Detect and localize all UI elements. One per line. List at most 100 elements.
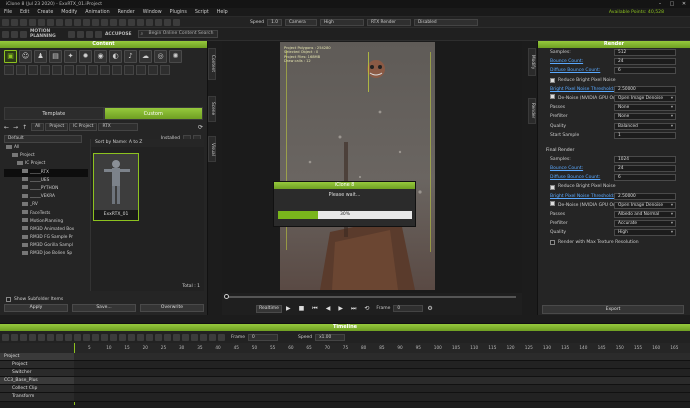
- media-icon[interactable]: ♪: [124, 49, 137, 63]
- tl-icon-6[interactable]: [47, 333, 54, 341]
- scale-icon[interactable]: [74, 18, 81, 26]
- final-prefilter-select[interactable]: Accurate: [614, 220, 676, 228]
- filter-select[interactable]: Default: [4, 134, 82, 143]
- tl-speed-select[interactable]: x1.00: [315, 333, 346, 341]
- render-state-select[interactable]: Disabled: [413, 18, 478, 26]
- sky-icon[interactable]: ☁: [139, 49, 152, 63]
- denoise-checkbox[interactable]: [550, 93, 555, 99]
- sidetab-modify[interactable]: Modify: [528, 48, 536, 76]
- tree-item[interactable]: RM3D Animated Box: [4, 226, 88, 234]
- tl-icon-11[interactable]: [92, 333, 99, 341]
- sub-icon-9[interactable]: [100, 65, 110, 75]
- tl-icon-24[interactable]: [209, 333, 216, 341]
- quality-select[interactable]: Balanced: [614, 122, 676, 130]
- realtime-select[interactable]: Realtime: [256, 304, 282, 313]
- tree-item-selected[interactable]: _____RTX: [4, 168, 88, 177]
- threshold-link[interactable]: Bright Pixel Noise Threshold:: [550, 87, 615, 92]
- sub-icon-2[interactable]: [16, 65, 26, 75]
- grid-icon[interactable]: [146, 18, 153, 26]
- content-thumbnail[interactable]: ExxRTX_01: [93, 153, 139, 221]
- final-passes-select[interactable]: Albedo and Normal: [614, 211, 676, 218]
- sub-icon-11[interactable]: [124, 65, 134, 75]
- track-row[interactable]: Transform: [0, 393, 690, 402]
- available-points[interactable]: Available Points: 40,528: [605, 8, 668, 17]
- sub-icon-7[interactable]: [76, 65, 86, 75]
- menu-edit[interactable]: Edit: [16, 8, 33, 17]
- mocap-icon[interactable]: [86, 30, 93, 38]
- menu-modify[interactable]: Modify: [57, 8, 81, 17]
- menu-create[interactable]: Create: [33, 8, 57, 17]
- menu-help[interactable]: Help: [213, 8, 232, 17]
- tree-item[interactable]: MotionPlanning: [4, 218, 88, 226]
- up-icon[interactable]: ↑: [22, 124, 27, 131]
- curve-icon[interactable]: [77, 30, 84, 38]
- puppet-icon[interactable]: [11, 30, 18, 38]
- settings-icon[interactable]: ⚙: [427, 305, 432, 312]
- final-threshold-link[interactable]: Bright Pixel Noise Threshold:: [550, 194, 615, 199]
- atmosphere-icon[interactable]: ◎: [154, 49, 167, 63]
- open-project-icon[interactable]: [11, 18, 18, 26]
- scene-render[interactable]: Project Polygons : 254280 Selected Objec…: [280, 42, 435, 290]
- scrubber-handle[interactable]: [224, 294, 229, 299]
- tl-icon-9[interactable]: [74, 333, 81, 341]
- snap-icon[interactable]: [83, 18, 90, 26]
- actor-icon[interactable]: ☺: [19, 49, 32, 63]
- frame-input[interactable]: 0: [393, 305, 424, 312]
- motion-planning-label[interactable]: MOTION PLANNING: [30, 29, 66, 39]
- start-sample-input[interactable]: 1: [614, 131, 676, 139]
- sub-icon-12[interactable]: [136, 65, 146, 75]
- gizmo-icon[interactable]: [137, 18, 144, 26]
- final-diffuse-link[interactable]: Diffuse Bounce Count:: [550, 175, 600, 180]
- tl-icon-14[interactable]: [119, 333, 126, 341]
- sub-icon-6[interactable]: [64, 65, 74, 75]
- speed-select[interactable]: 1.0: [267, 18, 282, 26]
- menu-plugins[interactable]: Plugins: [166, 8, 191, 17]
- rotate-icon[interactable]: [65, 18, 72, 26]
- tl-icon-8[interactable]: [65, 333, 72, 341]
- export-button[interactable]: Export: [542, 305, 684, 314]
- camera-view-icon[interactable]: [119, 18, 126, 26]
- sidetab-scene[interactable]: Scene: [208, 96, 216, 122]
- tree-item[interactable]: _RV: [4, 201, 88, 209]
- preview-icon[interactable]: [155, 18, 162, 26]
- breadcrumb-all[interactable]: All: [31, 123, 45, 131]
- next-frame-icon[interactable]: ▶: [338, 305, 343, 312]
- online-search-input[interactable]: ⌕ Begin Online Content Search: [137, 30, 218, 38]
- tree-item[interactable]: RM3D Joe Bolien Sp: [4, 250, 88, 258]
- sidetab-content[interactable]: Content: [208, 48, 216, 80]
- sub-icon-1[interactable]: [4, 65, 14, 75]
- new-project-icon[interactable]: [2, 18, 9, 26]
- keyframe-icon[interactable]: [68, 30, 75, 38]
- tl-icon-19[interactable]: [164, 333, 171, 341]
- sort-select[interactable]: Sort by Name: A to Z: [91, 139, 204, 147]
- tl-icon-17[interactable]: [146, 333, 153, 341]
- breadcrumb-project[interactable]: Project: [45, 123, 69, 131]
- forward-icon[interactable]: →: [13, 124, 18, 131]
- link-icon[interactable]: [110, 18, 117, 26]
- save-button[interactable]: Save...: [72, 304, 136, 312]
- final-denoise-select[interactable]: Open Image Denoise: [614, 201, 676, 209]
- tl-icon-4[interactable]: [29, 333, 36, 341]
- menu-window[interactable]: Window: [139, 8, 166, 17]
- prefilter-select[interactable]: None: [614, 113, 676, 121]
- sub-icon-4[interactable]: [40, 65, 50, 75]
- maximize-button[interactable]: □: [666, 0, 678, 8]
- tl-icon-3[interactable]: [20, 333, 27, 341]
- preview-diffuse-input[interactable]: 6: [614, 67, 676, 75]
- tree-item[interactable]: FaceTests: [4, 210, 88, 218]
- accupose-label[interactable]: ACCUPOSE: [105, 32, 132, 37]
- reduce-noise-checkbox[interactable]: Reduce Bright Pixel Noise: [538, 76, 690, 85]
- menu-render[interactable]: Render: [114, 8, 139, 17]
- track-row[interactable]: Project: [0, 353, 690, 362]
- plugin-icon[interactable]: [95, 30, 102, 38]
- stop-icon[interactable]: ■: [299, 305, 305, 312]
- preview-bounce-input[interactable]: 24: [614, 58, 676, 66]
- tab-custom[interactable]: Custom: [103, 107, 203, 120]
- passes-select[interactable]: None: [614, 104, 676, 112]
- threshold-input[interactable]: 2.50000: [614, 85, 676, 93]
- tl-icon-20[interactable]: [173, 333, 180, 341]
- prev-frame-icon[interactable]: ◀: [326, 305, 331, 312]
- tree-item[interactable]: Project: [4, 152, 88, 160]
- final-denoise-checkbox[interactable]: [550, 200, 555, 206]
- tree-item[interactable]: _____PYTHON: [4, 185, 88, 193]
